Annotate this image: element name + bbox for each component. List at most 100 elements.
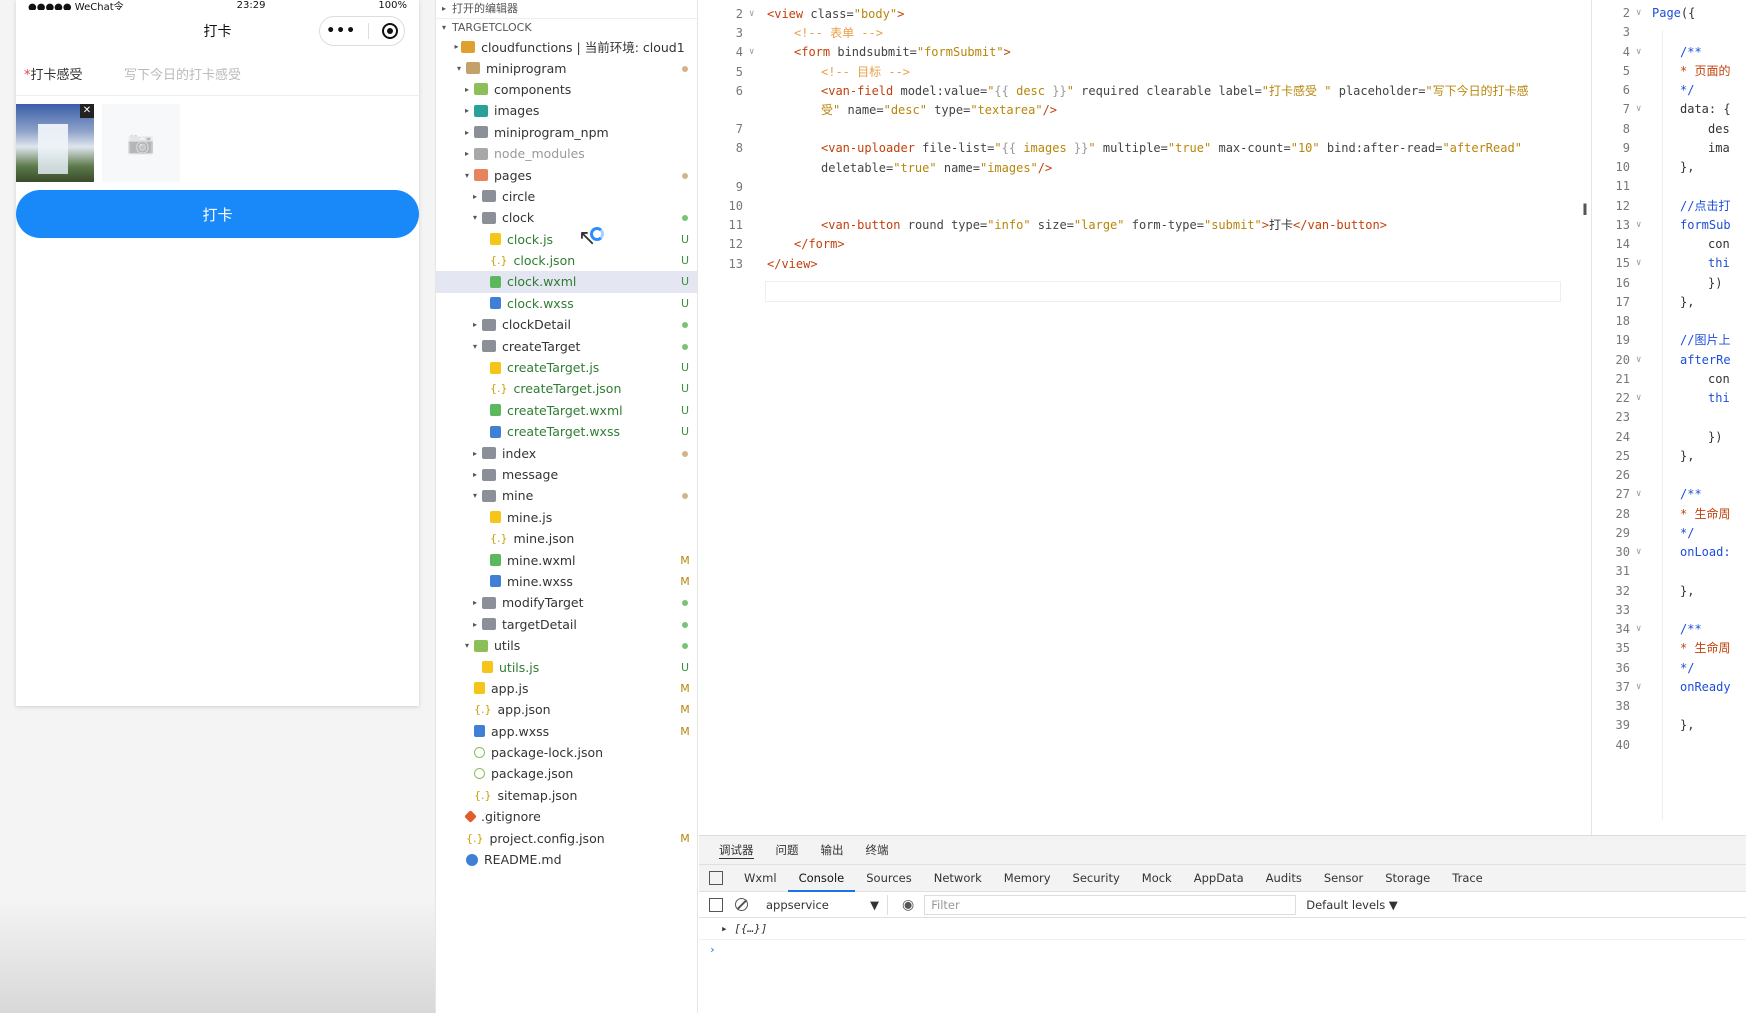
- tree-item[interactable]: app.wxss M: [436, 721, 697, 742]
- code-text: },: [1680, 448, 1695, 463]
- fold-icon[interactable]: ∨: [1636, 484, 1641, 505]
- fold-icon[interactable]: ∨: [1636, 350, 1641, 371]
- more-icon[interactable]: •••: [326, 23, 356, 39]
- tree-item[interactable]: clock.wxss U: [436, 293, 697, 314]
- tree-item[interactable]: README.md: [436, 849, 697, 870]
- delete-image-icon[interactable]: ✕: [80, 104, 94, 118]
- fold-icon[interactable]: ∨: [1636, 253, 1641, 274]
- tab-sensor[interactable]: Sensor: [1313, 864, 1374, 892]
- project-section[interactable]: ▾ TARGETCLOCK: [436, 18, 697, 36]
- split-code-editor[interactable]: 2 ∨ Page({3 4 ∨/** 5 * 页面的 6 */7 ∨ data: {8 des 9 ima…: [1591, 0, 1746, 835]
- tree-item[interactable]: mine.wxml M: [436, 549, 697, 570]
- tree-item[interactable]: ▾ createTarget: [436, 335, 697, 356]
- tab-trace[interactable]: Trace: [1441, 864, 1494, 892]
- tree-item[interactable]: createTarget.js U: [436, 357, 697, 378]
- console-prompt[interactable]: ›: [699, 940, 1746, 960]
- tree-item[interactable]: {.} sitemap.json: [436, 785, 697, 806]
- tree-item[interactable]: utils.js U: [436, 656, 697, 677]
- tree-item[interactable]: ▸ images: [436, 100, 697, 121]
- context-select[interactable]: appservice ▼: [760, 894, 888, 915]
- tree-item[interactable]: {.} project.config.json M: [436, 827, 697, 848]
- desc-field[interactable]: *打卡感受 写下今日的打卡感受: [16, 52, 419, 96]
- tree-item[interactable]: ▾ miniprogram: [436, 57, 697, 78]
- debugger-tab[interactable]: 终端: [866, 842, 889, 858]
- fold-icon[interactable]: ∨: [1636, 99, 1641, 120]
- tree-item[interactable]: ▸ miniprogram_npm: [436, 122, 697, 143]
- context-value: appservice: [766, 897, 829, 912]
- code-text: },: [1680, 160, 1695, 174]
- submit-clock-button[interactable]: 打卡: [16, 190, 419, 238]
- tree-item[interactable]: ▸ node_modules: [436, 143, 697, 164]
- console-filter-input[interactable]: Filter: [924, 894, 1297, 915]
- tree-item[interactable]: ▾ pages: [436, 164, 697, 185]
- code-text: onReady: [1680, 679, 1731, 694]
- tree-item[interactable]: ▾ mine: [436, 485, 697, 506]
- tree-item[interactable]: ▸ index: [436, 442, 697, 463]
- fold-icon[interactable]: ∨: [1636, 388, 1641, 409]
- fold-icon[interactable]: ∨: [749, 42, 754, 63]
- tree-item[interactable]: ▸ targetDetail: [436, 614, 697, 635]
- fold-icon[interactable]: ∨: [1636, 619, 1641, 640]
- tab-audits[interactable]: Audits: [1255, 864, 1313, 892]
- tree-item[interactable]: ▾ utils: [436, 635, 697, 656]
- tree-item[interactable]: ▸ message: [436, 464, 697, 485]
- tree-item[interactable]: clock.wxml U: [436, 271, 697, 293]
- fold-icon[interactable]: ∨: [749, 4, 754, 25]
- log-levels-select[interactable]: Default levels ▼: [1306, 898, 1398, 912]
- loading-spinner-icon: [590, 227, 604, 241]
- debugger-tab[interactable]: 调试器: [719, 842, 754, 859]
- tab-network[interactable]: Network: [923, 864, 993, 892]
- capsule-menu[interactable]: •••: [319, 16, 405, 46]
- tree-item[interactable]: createTarget.wxml U: [436, 400, 697, 421]
- tab-console[interactable]: Console: [787, 864, 856, 892]
- git-status-badge: U: [680, 660, 690, 674]
- tree-item[interactable]: ▾ clock: [436, 207, 697, 228]
- tab-wxml[interactable]: Wxml: [733, 864, 788, 892]
- fold-icon[interactable]: ∨: [1636, 3, 1641, 24]
- fold-icon[interactable]: ∨: [1636, 677, 1641, 698]
- tree-item[interactable]: package.json: [436, 763, 697, 784]
- tree-item[interactable]: ▸ modifyTarget: [436, 592, 697, 613]
- debugger-tab[interactable]: 输出: [821, 842, 844, 858]
- eye-icon[interactable]: ◉: [902, 897, 914, 913]
- fold-icon[interactable]: ∨: [1636, 215, 1641, 236]
- tree-item[interactable]: .gitignore: [436, 806, 697, 827]
- uploaded-image[interactable]: ✕: [16, 104, 94, 182]
- tree-item[interactable]: {.} app.json M: [436, 699, 697, 720]
- tab-mock[interactable]: Mock: [1131, 864, 1183, 892]
- sidebar-toggle-icon[interactable]: [709, 897, 723, 912]
- tree-item[interactable]: ▸ circle: [436, 186, 697, 207]
- inspect-icon[interactable]: [709, 871, 723, 885]
- fold-icon[interactable]: ∨: [1636, 42, 1641, 63]
- debugger-tab[interactable]: 问题: [776, 842, 799, 858]
- code-editor[interactable]: 2 ∨ <view class="body"> 3 <!-- 表单 --> 4 ∨ <form…: [699, 0, 1579, 835]
- line-number: 11: [1615, 179, 1630, 194]
- close-target-icon[interactable]: [381, 23, 398, 39]
- tree-item[interactable]: ▸ cloudfunctions | 当前环境: cloud1: [436, 36, 697, 57]
- code-text: }): [1708, 429, 1723, 444]
- tree-item[interactable]: {.} clock.json U: [436, 250, 697, 271]
- tab-security[interactable]: Security: [1062, 864, 1131, 892]
- tab-storage[interactable]: Storage: [1374, 864, 1441, 892]
- tree-item[interactable]: mine.wxss M: [436, 571, 697, 592]
- tree-item[interactable]: package-lock.json: [436, 742, 697, 763]
- console-entry[interactable]: ▸ [{…}]: [699, 918, 1746, 940]
- tab-sources[interactable]: Sources: [855, 864, 923, 892]
- tab-memory[interactable]: Memory: [993, 864, 1062, 892]
- tree-item[interactable]: ▸ components: [436, 79, 697, 100]
- fold-icon[interactable]: ∨: [1636, 542, 1641, 563]
- tree-item[interactable]: createTarget.wxss U: [436, 421, 697, 442]
- tree-item[interactable]: clock.js U: [436, 229, 697, 250]
- tree-item[interactable]: mine.js: [436, 507, 697, 528]
- tree-item[interactable]: app.js M: [436, 678, 697, 699]
- file-explorer: ▸ 打开的编辑器 ▾ TARGETCLOCK ▸ cloudfunctions |…: [435, 0, 698, 1013]
- tab-appdata[interactable]: AppData: [1183, 864, 1255, 892]
- clear-console-icon[interactable]: [735, 898, 748, 911]
- tree-item[interactable]: ▸ clockDetail: [436, 314, 697, 335]
- tree-item[interactable]: {.} mine.json: [436, 528, 697, 549]
- upload-button[interactable]: 📷: [102, 104, 180, 182]
- desc-placeholder[interactable]: 写下今日的打卡感受: [124, 64, 241, 83]
- line-number: 17: [1615, 294, 1630, 309]
- tree-item[interactable]: {.} createTarget.json U: [436, 378, 697, 399]
- open-editors-section[interactable]: ▸ 打开的编辑器: [436, 0, 697, 18]
